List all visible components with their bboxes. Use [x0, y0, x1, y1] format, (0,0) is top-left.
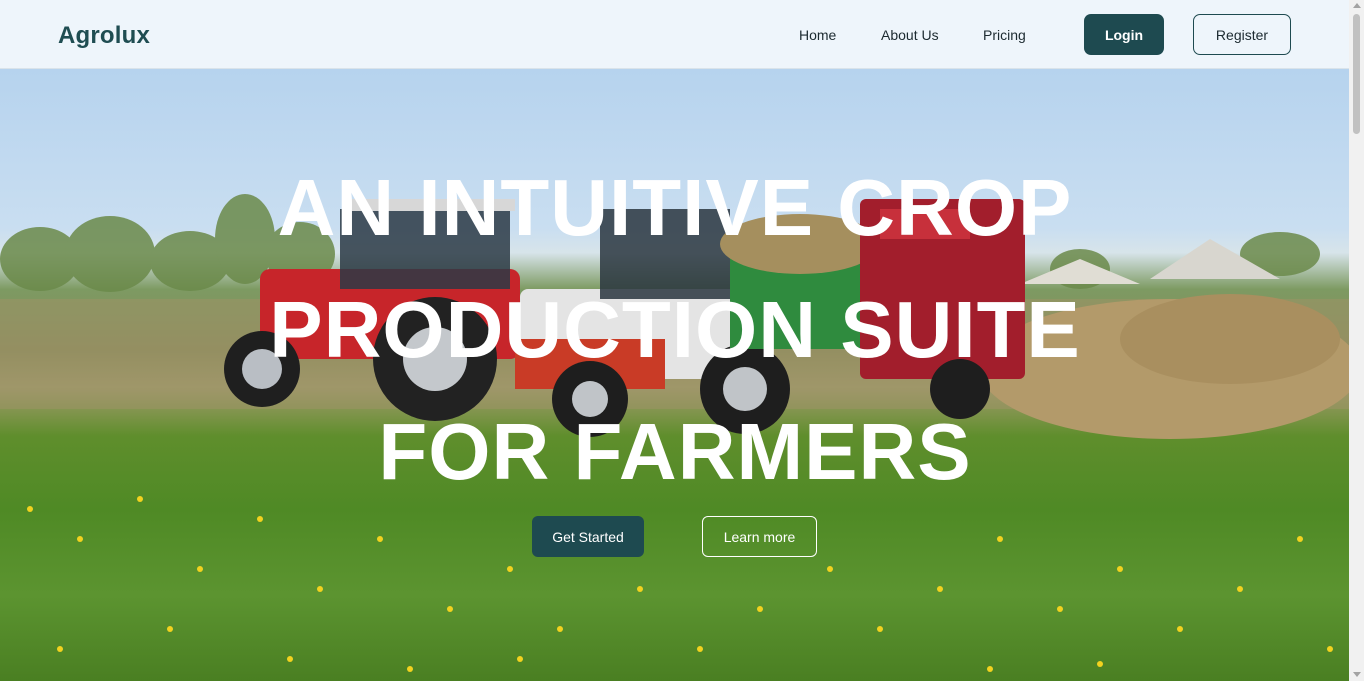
hero-title-line-2: PRODUCTION SUITE	[269, 285, 1081, 374]
brand-logo[interactable]: Agrolux	[58, 22, 150, 50]
navbar: Agrolux Home About Us Pricing Login Regi…	[0, 0, 1349, 69]
hero-title-line-3: FOR FARMERS	[378, 407, 972, 496]
login-button[interactable]: Login	[1084, 14, 1164, 55]
scrollbar-thumb[interactable]	[1353, 14, 1360, 134]
nav-link-pricing[interactable]: Pricing	[983, 27, 1026, 43]
hero-section: AN INTUITIVE CROP PRODUCTION SUITE FOR F…	[0, 69, 1349, 681]
register-button[interactable]: Register	[1193, 14, 1291, 55]
hero-title-line-1: AN INTUITIVE CROP	[277, 163, 1073, 252]
nav-link-home[interactable]: Home	[799, 27, 836, 43]
scroll-down-arrow-icon[interactable]	[1353, 672, 1361, 677]
scroll-up-arrow-icon[interactable]	[1353, 3, 1361, 8]
dandelions	[27, 496, 1333, 672]
page-scrollbar[interactable]	[1349, 0, 1364, 681]
hero-title: AN INTUITIVE CROP PRODUCTION SUITE FOR F…	[150, 147, 1200, 513]
learn-more-button[interactable]: Learn more	[702, 516, 817, 557]
nav-link-about-us[interactable]: About Us	[881, 27, 939, 43]
get-started-button[interactable]: Get Started	[532, 516, 644, 557]
